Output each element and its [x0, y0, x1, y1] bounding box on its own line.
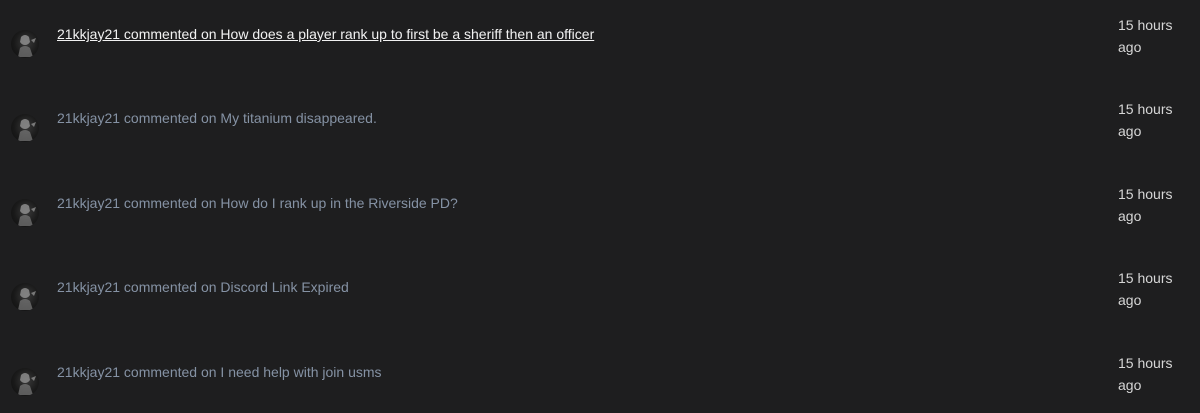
- user-avatar-icon[interactable]: [11, 283, 39, 311]
- timestamp: 15 hours ago: [1118, 267, 1188, 311]
- activity-link[interactable]: 21kkjay21 commented on I need help with …: [57, 364, 382, 380]
- user-avatar-icon[interactable]: [11, 199, 39, 227]
- timestamp-value: 15 hours: [1118, 355, 1173, 371]
- user-avatar-icon[interactable]: [11, 114, 39, 142]
- activity-feed: 21kkjay21 commented on How does a player…: [0, 0, 1200, 413]
- timestamp-suffix: ago: [1118, 292, 1142, 308]
- activity-item: 21kkjay21 commented on How do I rank up …: [0, 169, 1200, 253]
- timestamp: 15 hours ago: [1118, 14, 1188, 58]
- activity-item: 21kkjay21 commented on My titanium disap…: [0, 84, 1200, 168]
- activity-item: 21kkjay21 commented on How does a player…: [0, 0, 1200, 84]
- activity-link[interactable]: 21kkjay21 commented on How do I rank up …: [57, 195, 458, 211]
- timestamp-suffix: ago: [1118, 377, 1142, 393]
- activity-link[interactable]: 21kkjay21 commented on My titanium disap…: [57, 110, 377, 126]
- timestamp-value: 15 hours: [1118, 17, 1173, 33]
- timestamp-value: 15 hours: [1118, 270, 1173, 286]
- timestamp: 15 hours ago: [1118, 183, 1188, 227]
- timestamp-suffix: ago: [1118, 123, 1142, 139]
- timestamp: 15 hours ago: [1118, 352, 1188, 396]
- user-avatar-icon[interactable]: [11, 30, 39, 58]
- activity-link[interactable]: 21kkjay21 commented on Discord Link Expi…: [57, 279, 349, 295]
- timestamp-suffix: ago: [1118, 39, 1142, 55]
- activity-item: 21kkjay21 commented on I need help with …: [0, 338, 1200, 413]
- timestamp: 15 hours ago: [1118, 98, 1188, 142]
- activity-item: 21kkjay21 commented on Discord Link Expi…: [0, 253, 1200, 337]
- timestamp-value: 15 hours: [1118, 186, 1173, 202]
- activity-link[interactable]: 21kkjay21 commented on How does a player…: [57, 26, 594, 42]
- timestamp-value: 15 hours: [1118, 101, 1173, 117]
- timestamp-suffix: ago: [1118, 208, 1142, 224]
- user-avatar-icon[interactable]: [11, 368, 39, 396]
